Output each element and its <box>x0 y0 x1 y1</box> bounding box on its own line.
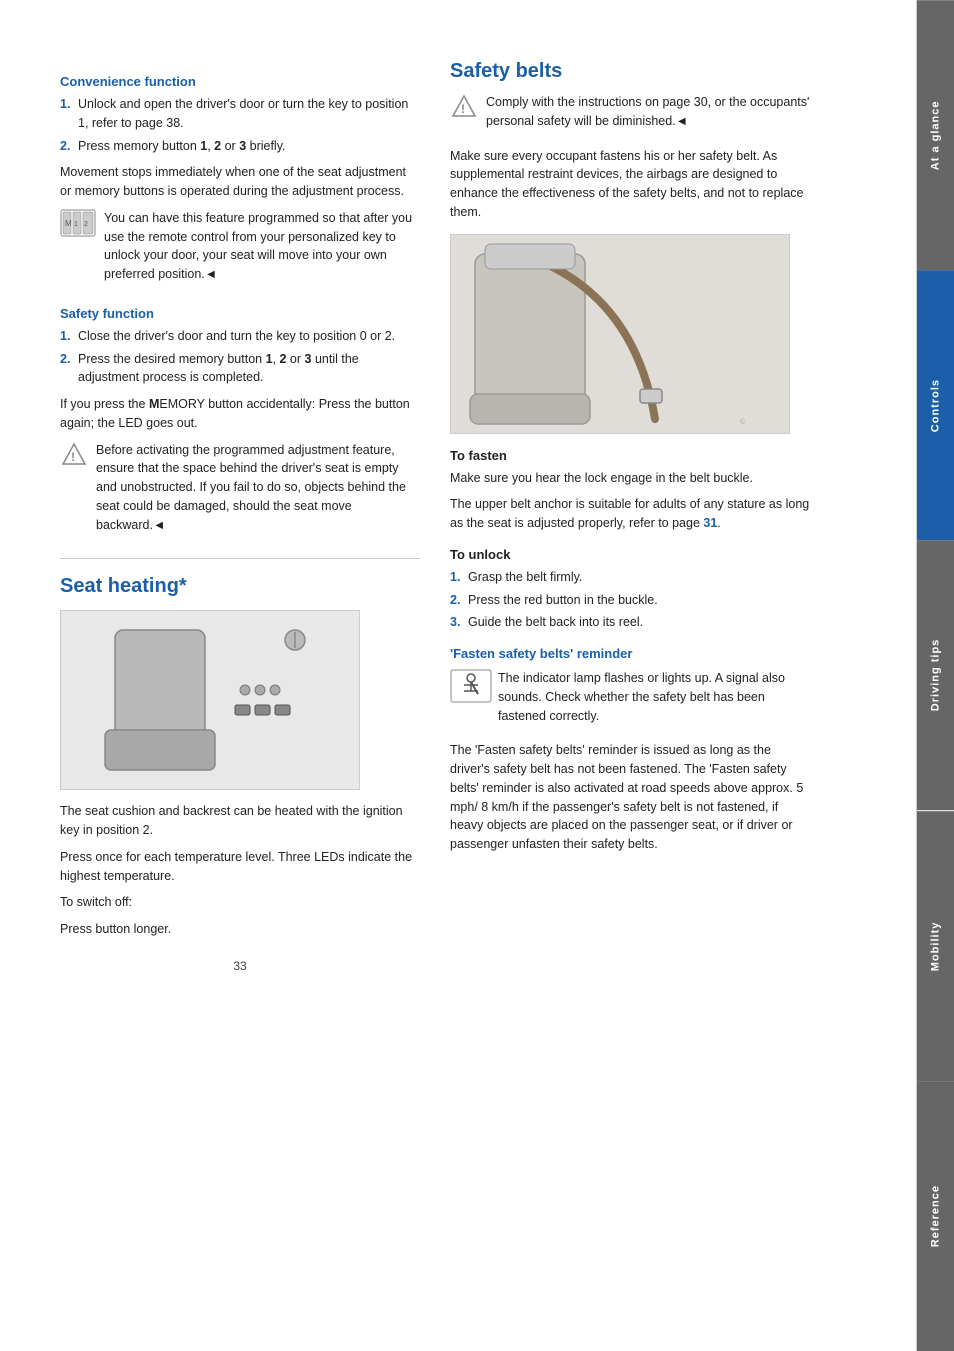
safety-belts-warning-text: Comply with the instructions on page 30,… <box>486 93 810 131</box>
safety-belts-warning: ! Comply with the instructions on page 3… <box>450 93 810 139</box>
svg-text:M: M <box>65 219 72 228</box>
safety-steps-list: 1. Close the driver's door and turn the … <box>60 327 420 387</box>
seat-heating-para1: The seat cushion and backrest can be hea… <box>60 802 420 840</box>
list-item: 1. Unlock and open the driver's door or … <box>60 95 420 133</box>
seat-heating-para3: To switch off: <box>60 893 420 912</box>
list-item: 1. Close the driver's door and turn the … <box>60 327 420 346</box>
list-item: 2. Press memory button 1, 2 or 3 briefly… <box>60 137 420 156</box>
seat-heating-para2: Press once for each temperature level. T… <box>60 848 420 886</box>
to-unlock-heading: To unlock <box>450 547 810 562</box>
safety-function-warning: ! Before activating the programmed adjus… <box>60 441 420 543</box>
safety-function-heading: Safety function <box>60 306 420 321</box>
section-divider <box>60 558 420 559</box>
svg-text:!: ! <box>71 450 75 464</box>
right-column: Safety belts ! Comply with the instructi… <box>450 60 810 1311</box>
sidebar-tab-driving-tips[interactable]: Driving tips <box>917 540 954 810</box>
safety-belt-image: © <box>450 234 790 434</box>
convenience-note: M 1 2 You can have this feature programm… <box>60 209 420 292</box>
fasten-reminder-para1: The indicator lamp flashes or lights up.… <box>498 669 810 725</box>
svg-text:©: © <box>740 418 746 426</box>
safety-belts-para1: Make sure every occupant fastens his or … <box>450 147 810 222</box>
page-number: 33 <box>60 959 420 973</box>
sidebar-tab-mobility[interactable]: Mobility <box>917 811 954 1081</box>
svg-text:1: 1 <box>74 221 78 228</box>
to-fasten-para1: Make sure you hear the lock engage in th… <box>450 469 810 488</box>
list-item: 2. Press the red button in the buckle. <box>450 591 810 610</box>
svg-text:!: ! <box>461 102 465 116</box>
list-item: 1. Grasp the belt firmly. <box>450 568 810 587</box>
svg-text:2: 2 <box>84 221 88 228</box>
convenience-function-heading: Convenience function <box>60 74 420 89</box>
to-fasten-heading: To fasten <box>450 448 810 463</box>
seat-heating-image <box>60 610 360 790</box>
list-item: 3. Guide the belt back into its reel. <box>450 613 810 632</box>
convenience-steps-list: 1. Unlock and open the driver's door or … <box>60 95 420 155</box>
convenience-note-text: You can have this feature programmed so … <box>104 209 420 284</box>
seat-heating-heading: Seat heating* <box>60 575 420 598</box>
reminder-icon-box: The indicator lamp flashes or lights up.… <box>450 669 810 733</box>
left-column: Convenience function 1. Unlock and open … <box>60 60 420 1311</box>
sidebar-tab-at-a-glance[interactable]: At a glance <box>917 0 954 270</box>
page-wrapper: Convenience function 1. Unlock and open … <box>0 0 954 1351</box>
safety-function-warning-text: Before activating the programmed adjustm… <box>96 441 420 535</box>
safety-belts-heading: Safety belts <box>450 60 810 83</box>
list-item: 2. Press the desired memory button 1, 2 … <box>60 350 420 388</box>
safety-function-para1: If you press the MEMORY button accidenta… <box>60 395 420 433</box>
seat-memory-icon: M 1 2 <box>60 209 98 240</box>
warning-triangle-icon-2: ! <box>450 93 478 121</box>
convenience-para1: Movement stops immediately when one of t… <box>60 163 420 201</box>
seat-heating-para4: Press button longer. <box>60 920 420 939</box>
sidebar-right: At a glance Controls Driving tips Mobili… <box>916 0 954 1351</box>
seatbelt-reminder-icon <box>450 669 490 706</box>
to-unlock-steps-list: 1. Grasp the belt firmly. 2. Press the r… <box>450 568 810 632</box>
to-fasten-para2: The upper belt anchor is suitable for ad… <box>450 495 810 533</box>
sidebar-tab-controls[interactable]: Controls <box>917 270 954 540</box>
main-content: Convenience function 1. Unlock and open … <box>0 0 916 1351</box>
warning-triangle-icon: ! <box>60 441 88 469</box>
fasten-reminder-heading: 'Fasten safety belts' reminder <box>450 646 810 661</box>
fasten-reminder-para2: The 'Fasten safety belts' reminder is is… <box>450 741 810 854</box>
sidebar-tab-reference[interactable]: Reference <box>917 1081 954 1351</box>
